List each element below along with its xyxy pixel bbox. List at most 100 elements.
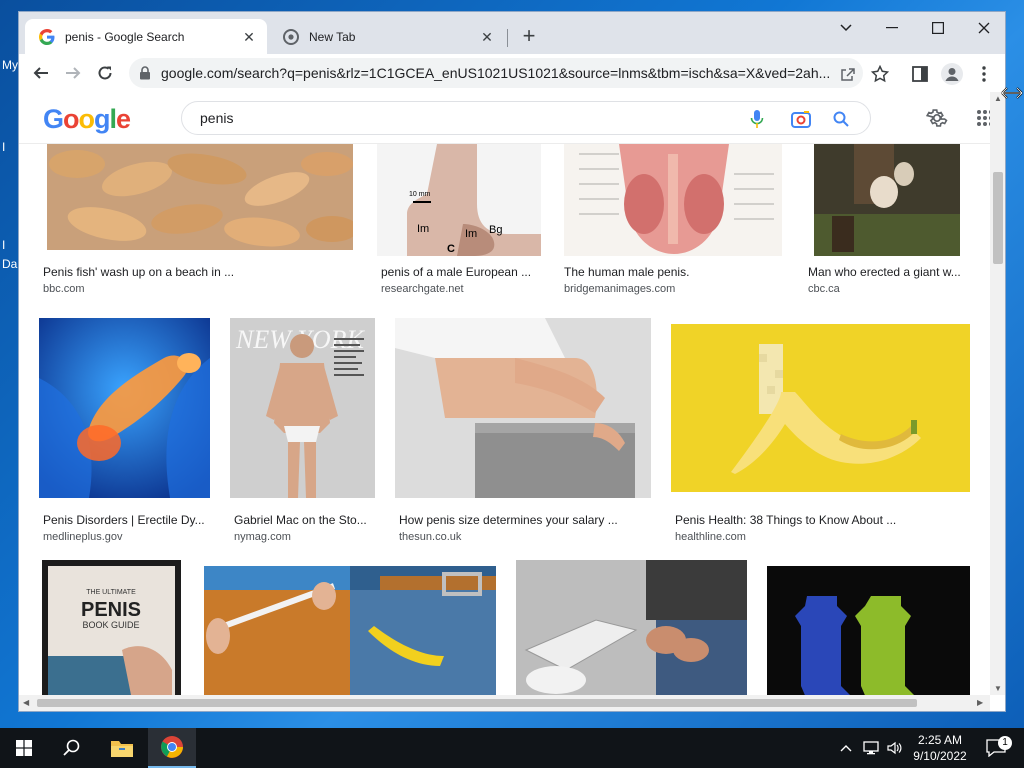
tab-separator bbox=[507, 29, 508, 47]
windows-logo-icon bbox=[16, 740, 32, 756]
profile-avatar-icon[interactable] bbox=[939, 61, 965, 87]
result-source: thesun.co.uk bbox=[399, 531, 462, 543]
vertical-scroll-thumb[interactable] bbox=[993, 172, 1003, 264]
back-arrow-icon[interactable] bbox=[27, 60, 55, 86]
search-icon[interactable] bbox=[830, 108, 852, 130]
chrome-logo-icon bbox=[161, 736, 183, 758]
reload-icon[interactable] bbox=[91, 60, 119, 86]
tab-strip: penis - Google Search ✕ New Tab ✕ + bbox=[19, 12, 1005, 54]
result-thumbnail[interactable] bbox=[395, 318, 651, 498]
result-source: researchgate.net bbox=[381, 283, 464, 295]
clock-time: 2:25 AM bbox=[917, 733, 963, 747]
result-thumbnail[interactable] bbox=[204, 566, 496, 695]
share-icon[interactable] bbox=[837, 64, 859, 84]
browser-window: penis - Google Search ✕ New Tab ✕ + goog… bbox=[18, 11, 1006, 712]
clock-date: 9/10/2022 bbox=[913, 749, 967, 763]
search-icon bbox=[63, 739, 80, 756]
result-source: bridgemanimages.com bbox=[564, 283, 676, 295]
result-title[interactable]: penis of a male European ... bbox=[381, 265, 541, 279]
result-thumbnail[interactable]: NEW YORK bbox=[230, 318, 375, 498]
horizontal-scroll-thumb[interactable] bbox=[37, 699, 917, 707]
result-title[interactable]: Penis Disorders | Erectile Dy... bbox=[43, 513, 211, 527]
browser-toolbar: google.com/search?q=penis&rlz=1C1GCEA_en… bbox=[19, 54, 1005, 92]
close-window-icon[interactable] bbox=[961, 12, 1005, 44]
result-thumbnail[interactable] bbox=[814, 144, 960, 256]
result-thumbnail[interactable] bbox=[39, 318, 210, 498]
url-text: google.com/search?q=penis&rlz=1C1GCEA_en… bbox=[161, 65, 831, 81]
google-favicon-icon bbox=[39, 28, 55, 45]
scroll-right-arrow-icon[interactable]: ▶ bbox=[977, 698, 983, 707]
bookmark-star-icon[interactable] bbox=[867, 61, 893, 87]
camera-lens-icon[interactable] bbox=[790, 108, 812, 130]
vertical-scrollbar[interactable]: ▲ ▼ bbox=[990, 92, 1005, 695]
new-tab-plus-icon[interactable]: + bbox=[517, 25, 541, 49]
result-source: nymag.com bbox=[234, 531, 291, 543]
logo-letter: g bbox=[94, 104, 110, 134]
chrome-favicon-icon bbox=[283, 28, 299, 45]
settings-gear-icon[interactable] bbox=[925, 106, 949, 130]
desktop-label: My bbox=[2, 58, 18, 72]
result-thumbnail[interactable] bbox=[564, 144, 782, 256]
horizontal-scrollbar[interactable]: ◀ ▶ bbox=[19, 695, 990, 711]
address-bar[interactable]: google.com/search?q=penis&rlz=1C1GCEA_en… bbox=[129, 58, 863, 88]
diagram-label: Im bbox=[465, 228, 477, 240]
result-title[interactable]: Penis Health: 38 Things to Know About ..… bbox=[675, 513, 969, 527]
tab-title: New Tab bbox=[309, 29, 356, 44]
scroll-left-arrow-icon[interactable]: ◀ bbox=[23, 698, 29, 707]
tab-close-icon[interactable]: ✕ bbox=[241, 29, 257, 45]
result-source: cbc.ca bbox=[808, 283, 840, 295]
desktop-label: I bbox=[2, 140, 6, 154]
result-thumbnail[interactable]: THE ULTIMATE PENIS BOOK GUIDE bbox=[42, 560, 181, 695]
book-title: PENIS bbox=[81, 599, 141, 621]
start-button[interactable] bbox=[0, 728, 48, 768]
microphone-icon[interactable] bbox=[746, 108, 768, 130]
menu-kebab-icon[interactable] bbox=[971, 61, 997, 87]
lock-icon bbox=[140, 66, 150, 80]
maximize-icon[interactable] bbox=[915, 12, 961, 44]
scroll-down-arrow-icon[interactable]: ▼ bbox=[994, 684, 1002, 693]
taskbar: 2:25 AM 9/10/2022 1 bbox=[0, 728, 1024, 768]
tab-google-search[interactable]: penis - Google Search ✕ bbox=[25, 19, 267, 54]
google-header: Google penis bbox=[19, 92, 1005, 144]
book-subtitle: BOOK GUIDE bbox=[82, 620, 139, 630]
tab-close-icon[interactable]: ✕ bbox=[479, 29, 495, 45]
forward-arrow-icon[interactable] bbox=[59, 60, 87, 86]
minimize-icon[interactable] bbox=[869, 12, 915, 44]
tab-search-chevron-icon[interactable] bbox=[823, 12, 869, 44]
result-source: healthline.com bbox=[675, 531, 746, 543]
result-thumbnail[interactable]: 10 mm Im Im Bg C bbox=[377, 144, 541, 256]
logo-letter: o bbox=[78, 104, 95, 134]
resize-cursor-icon bbox=[1001, 87, 1023, 99]
tab-title: penis - Google Search bbox=[65, 29, 185, 44]
result-thumbnail[interactable] bbox=[516, 560, 747, 695]
result-title[interactable]: Gabriel Mac on the Sto... bbox=[234, 513, 374, 527]
taskbar-search-button[interactable] bbox=[48, 728, 96, 768]
network-icon[interactable] bbox=[860, 728, 882, 768]
tab-new-tab[interactable]: New Tab ✕ bbox=[269, 19, 505, 54]
result-thumbnail[interactable] bbox=[767, 566, 970, 695]
result-title[interactable]: The human male penis. bbox=[564, 265, 794, 279]
chrome-taskbar-button[interactable] bbox=[148, 728, 196, 768]
search-input[interactable]: penis bbox=[181, 101, 871, 135]
diagram-label: C bbox=[447, 243, 455, 255]
result-title[interactable]: How penis size determines your salary ..… bbox=[399, 513, 649, 527]
google-logo[interactable]: Google bbox=[43, 104, 131, 135]
show-hidden-icons-chevron-icon[interactable] bbox=[836, 728, 856, 768]
result-title[interactable]: Penis fish' wash up on a beach in ... bbox=[43, 265, 353, 279]
result-source: medlineplus.gov bbox=[43, 531, 123, 543]
result-source: bbc.com bbox=[43, 283, 85, 295]
result-title[interactable]: Man who erected a giant w... bbox=[808, 265, 968, 279]
side-panel-icon[interactable] bbox=[907, 61, 933, 87]
system-clock[interactable]: 2:25 AM 9/10/2022 bbox=[908, 732, 972, 764]
desktop-label: I bbox=[2, 238, 6, 252]
file-explorer-button[interactable] bbox=[98, 728, 146, 768]
logo-letter: G bbox=[43, 104, 64, 134]
desktop-label: Da bbox=[2, 257, 18, 271]
notification-center-button[interactable]: 1 bbox=[980, 728, 1012, 768]
diagram-label: Bg bbox=[489, 224, 502, 236]
diagram-label: 10 mm bbox=[409, 191, 431, 198]
volume-icon[interactable] bbox=[884, 728, 906, 768]
book-subtitle: THE ULTIMATE bbox=[86, 589, 136, 596]
result-thumbnail[interactable] bbox=[47, 144, 353, 250]
result-thumbnail[interactable] bbox=[671, 324, 970, 492]
